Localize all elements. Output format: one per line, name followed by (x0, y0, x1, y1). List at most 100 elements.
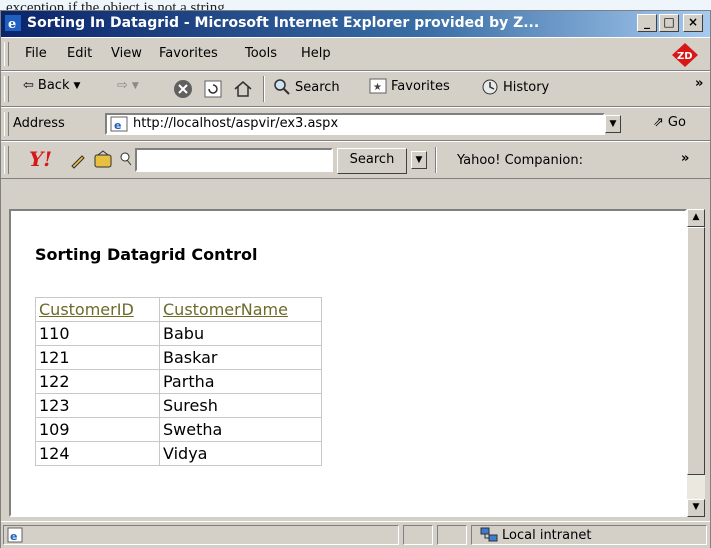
vertical-scrollbar[interactable]: ▲ ▼ (687, 209, 705, 517)
menu-grip[interactable] (4, 42, 9, 66)
toolbar-grip[interactable] (4, 76, 9, 102)
page-heading: Sorting Datagrid Control (35, 245, 258, 264)
yahoo-grip[interactable] (4, 146, 9, 174)
favorites-button[interactable]: ★ Favorites (369, 78, 450, 94)
yahoo-search-input[interactable] (135, 148, 333, 172)
customer-id-cell: 109 (35, 417, 160, 442)
address-dropdown-button[interactable]: ▼ (605, 115, 621, 133)
zd-logo-icon: ZD (672, 43, 698, 67)
search-icon (274, 79, 290, 95)
title-bar[interactable]: e Sorting In Datagrid - Microsoft Intern… (1, 11, 710, 37)
wallet-icon[interactable] (93, 150, 113, 170)
sort-link-customerid[interactable]: CustomerID (39, 300, 134, 319)
maximize-button[interactable]: □ (659, 14, 679, 32)
toolbar-chevron[interactable]: » (695, 76, 703, 91)
favorites-label: Favorites (391, 78, 450, 94)
chevron-down-icon: ▼ (415, 155, 423, 165)
minimize-button[interactable]: _ (637, 14, 657, 32)
history-label: History (503, 79, 550, 95)
zone-label: Local intranet (502, 528, 592, 543)
customer-id-cell: 110 (35, 321, 160, 346)
arrow-up-icon: ▲ (692, 212, 700, 222)
chevron-down-icon: ▼ (609, 119, 617, 129)
standard-toolbar: ⇦ Back ▼ ⇨ ▼ Search ★ Favorites History … (1, 71, 710, 107)
customer-name-cell: Babu (159, 321, 322, 346)
yahoo-logo[interactable]: Y! (29, 147, 52, 171)
table-row: 123 Suresh (35, 393, 322, 418)
search-label: Search (295, 79, 340, 95)
scroll-down-button[interactable]: ▼ (687, 499, 705, 517)
menu-bar: File Edit View Favorites Tools Help ZD (1, 37, 710, 71)
yahoo-search-dropdown[interactable]: ▼ (411, 151, 427, 169)
search-key-icon[interactable] (119, 151, 133, 167)
svg-text:e: e (8, 17, 16, 31)
grid-header-cell: CustomerID (35, 297, 160, 322)
forward-button[interactable]: ⇨ ▼ (117, 78, 139, 93)
toolbar-separator (263, 76, 265, 102)
ie-icon: e (5, 15, 21, 31)
back-dropdown-icon: ▼ (73, 80, 81, 91)
history-icon (482, 79, 498, 95)
home-icon[interactable] (233, 79, 253, 99)
yahoo-companion-label[interactable]: Yahoo! Companion: (457, 153, 583, 168)
table-row: 109 Swetha (35, 417, 322, 442)
customer-name-cell: Vidya (159, 441, 322, 466)
back-label: Back (37, 78, 70, 93)
page-content: Sorting Datagrid Control CustomerID Cust… (9, 209, 687, 517)
address-bar: Address e http://localhost/aspvir/ex3.as… (1, 107, 710, 141)
customer-name-cell: Swetha (159, 417, 322, 442)
yahoo-chevron[interactable]: » (681, 151, 689, 166)
customer-id-cell: 122 (35, 369, 160, 394)
table-row: 110 Babu (35, 321, 322, 346)
status-pane-lock (437, 525, 467, 545)
yahoo-toolbar: Y! Search ▼ Yahoo! Companion: » (1, 141, 710, 179)
yahoo-separator (435, 147, 437, 173)
address-label: Address (13, 116, 65, 131)
table-row: 124 Vidya (35, 441, 322, 466)
back-button[interactable]: ⇦ Back ▼ (23, 78, 80, 93)
scroll-thumb[interactable] (687, 227, 705, 475)
forward-arrow-icon: ⇨ (117, 78, 128, 93)
customer-id-cell: 123 (35, 393, 160, 418)
pencil-icon[interactable] (69, 151, 87, 169)
stop-icon[interactable] (173, 79, 193, 99)
address-value: http://localhost/aspvir/ex3.aspx (133, 116, 339, 131)
sort-link-customername[interactable]: CustomerName (163, 300, 288, 319)
table-row: 122 Partha (35, 369, 322, 394)
grid-header-cell: CustomerName (159, 297, 322, 322)
address-grip[interactable] (4, 112, 9, 136)
browser-window: e Sorting In Datagrid - Microsoft Intern… (0, 10, 711, 548)
scroll-up-button[interactable]: ▲ (687, 209, 705, 227)
customer-id-cell: 121 (35, 345, 160, 370)
close-button[interactable]: × (683, 14, 703, 32)
go-button[interactable]: ⇗ Go (653, 115, 686, 130)
table-row: 121 Baskar (35, 345, 322, 370)
arrow-down-icon: ▼ (692, 502, 700, 512)
customer-id-cell: 124 (35, 441, 160, 466)
customer-name-cell: Partha (159, 369, 322, 394)
forward-dropdown-icon: ▼ (131, 80, 139, 91)
menu-edit[interactable]: Edit (67, 46, 92, 61)
status-pane-main: e (3, 525, 399, 545)
menu-tools[interactable]: Tools (245, 46, 277, 61)
search-button[interactable]: Search (273, 78, 340, 96)
customer-datagrid: CustomerID CustomerName 110 Babu 121 Baska… (35, 297, 322, 466)
window-title: Sorting In Datagrid - Microsoft Internet… (27, 15, 540, 31)
customer-name-cell: Baskar (159, 345, 322, 370)
yahoo-search-button[interactable]: Search (337, 148, 407, 174)
intranet-icon (480, 527, 498, 542)
history-button[interactable]: History (481, 78, 549, 96)
go-label: Go (667, 115, 686, 130)
go-arrow-icon: ⇗ (653, 115, 664, 130)
svg-text:ZD: ZD (677, 51, 693, 62)
refresh-icon[interactable] (203, 79, 223, 99)
address-input[interactable]: e http://localhost/aspvir/ex3.aspx (105, 113, 605, 135)
menu-file[interactable]: File (25, 46, 47, 61)
back-arrow-icon: ⇦ (23, 78, 34, 93)
menu-help[interactable]: Help (301, 46, 331, 61)
customer-name-cell: Suresh (159, 393, 322, 418)
page-status-icon: e (7, 527, 23, 543)
menu-view[interactable]: View (111, 46, 142, 61)
status-pane-progress (403, 525, 433, 545)
menu-favorites[interactable]: Favorites (159, 46, 218, 61)
